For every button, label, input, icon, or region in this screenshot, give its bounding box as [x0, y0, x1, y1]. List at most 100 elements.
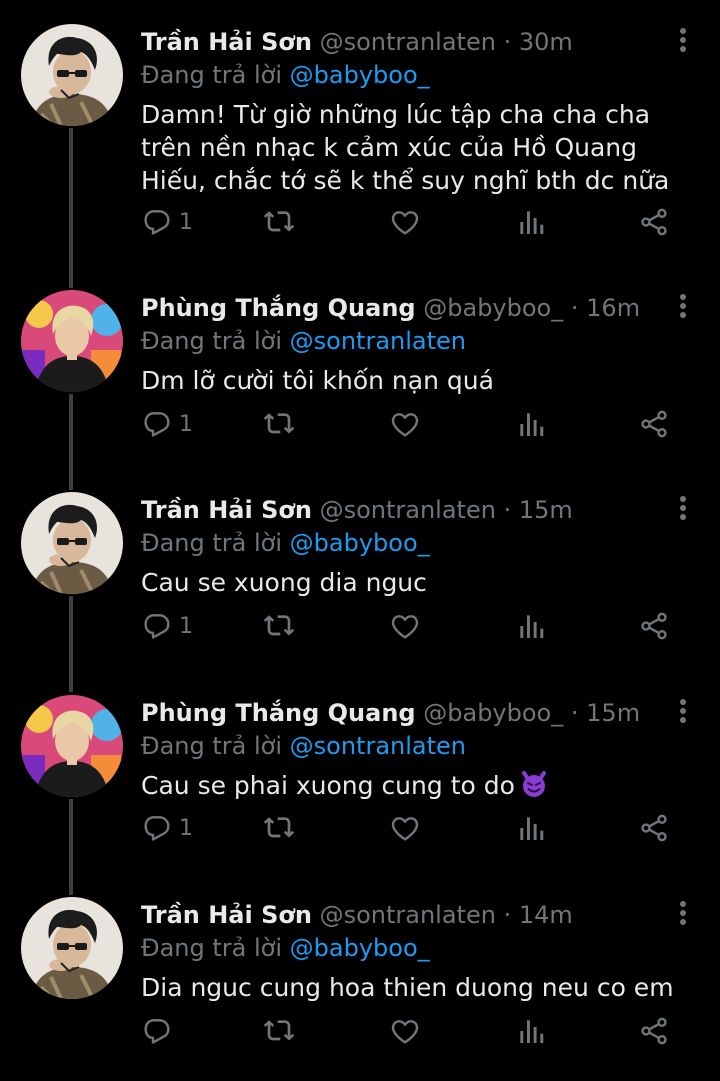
tweet-text-content: Cau se xuong dia nguc: [141, 568, 427, 597]
tweet-actions: 1: [141, 406, 681, 442]
reply-mention[interactable]: @sontranlaten: [290, 732, 466, 760]
more-options-icon[interactable]: [676, 699, 690, 727]
more-options-icon[interactable]: [676, 28, 690, 56]
share-button[interactable]: [638, 1013, 670, 1049]
reply-icon: [141, 408, 173, 440]
tweet-header: Trần Hải Sơn @sontranlaten · 15m: [141, 492, 573, 528]
display-name[interactable]: Trần Hải Sơn: [141, 901, 312, 929]
reply-button[interactable]: 1: [141, 608, 193, 644]
retweet-button[interactable]: [263, 810, 295, 846]
reply-count: 1: [179, 815, 193, 841]
heart-icon: [389, 206, 421, 238]
retweet-button[interactable]: [263, 608, 295, 644]
tweet[interactable]: Trần Hải Sơn @sontranlaten · 15m Đang tr…: [0, 492, 720, 666]
views-button[interactable]: [515, 1013, 547, 1049]
reply-icon: [141, 206, 173, 238]
tweet-text-content: Damn! Từ giờ những lúc tập cha cha cha t…: [141, 100, 670, 195]
reply-mention[interactable]: @babyboo_: [290, 529, 430, 557]
reply-button[interactable]: 1: [141, 204, 193, 240]
replying-label: Đang trả lời: [141, 529, 283, 557]
analytics-icon: [515, 610, 547, 642]
retweet-icon: [263, 1015, 295, 1047]
share-icon: [638, 610, 670, 642]
heart-icon: [389, 610, 421, 642]
reply-count: 1: [179, 209, 193, 235]
user-handle[interactable]: @sontranlaten: [320, 496, 496, 524]
tweet-text: Cau se phai xuong cung to do: [141, 769, 681, 802]
retweet-icon: [263, 408, 295, 440]
share-icon: [638, 206, 670, 238]
display-name[interactable]: Phùng Thắng Quang: [141, 294, 416, 322]
views-button[interactable]: [515, 406, 547, 442]
tweet[interactable]: Phùng Thắng Quang @babyboo_ · 16m Đang t…: [0, 290, 720, 464]
like-button[interactable]: [389, 406, 421, 442]
user-handle[interactable]: @babyboo_: [423, 699, 563, 727]
reply-button[interactable]: 1: [141, 406, 193, 442]
replying-label: Đang trả lời: [141, 61, 283, 89]
timestamp[interactable]: 15m: [586, 699, 640, 727]
reply-icon: [141, 1015, 173, 1047]
retweet-button[interactable]: [263, 204, 295, 240]
tweet-text: Cau se xuong dia nguc: [141, 566, 681, 599]
tweet[interactable]: Trần Hải Sơn @sontranlaten · 14m Đang tr…: [0, 897, 720, 1071]
share-button[interactable]: [638, 810, 670, 846]
timestamp[interactable]: 14m: [519, 901, 573, 929]
replying-label: Đang trả lời: [141, 327, 283, 355]
avatar[interactable]: [21, 492, 123, 594]
replying-label: Đang trả lời: [141, 934, 283, 962]
avatar[interactable]: [21, 290, 123, 392]
reply-button[interactable]: 1: [141, 810, 193, 846]
reply-mention[interactable]: @babyboo_: [290, 61, 430, 89]
share-button[interactable]: [638, 608, 670, 644]
share-icon: [638, 1015, 670, 1047]
tweet-text-content: Dm lỡ cười tôi khốn nạn quá: [141, 366, 494, 395]
tweet-header: Phùng Thắng Quang @babyboo_ · 16m: [141, 290, 640, 326]
like-button[interactable]: [389, 204, 421, 240]
timestamp[interactable]: 30m: [519, 28, 573, 56]
timestamp[interactable]: 15m: [519, 496, 573, 524]
display-name[interactable]: Phùng Thắng Quang: [141, 699, 416, 727]
separator-dot: ·: [503, 901, 512, 929]
user-handle[interactable]: @sontranlaten: [320, 28, 496, 56]
tweet-text-content: Cau se phai xuong cung to do: [141, 771, 515, 800]
like-button[interactable]: [389, 608, 421, 644]
tweet[interactable]: Trần Hải Sơn @sontranlaten · 30m Đang tr…: [0, 24, 720, 262]
avatar[interactable]: [21, 695, 123, 797]
display-name[interactable]: Trần Hải Sơn: [141, 28, 312, 56]
more-options-icon[interactable]: [676, 294, 690, 322]
user-handle[interactable]: @sontranlaten: [320, 901, 496, 929]
display-name[interactable]: Trần Hải Sơn: [141, 496, 312, 524]
replying-to: Đang trả lời @babyboo_: [141, 526, 430, 560]
reply-mention[interactable]: @sontranlaten: [290, 327, 466, 355]
heart-icon: [389, 812, 421, 844]
reply-button[interactable]: [141, 1013, 179, 1049]
views-button[interactable]: [515, 204, 547, 240]
like-button[interactable]: [389, 810, 421, 846]
share-icon: [638, 812, 670, 844]
views-button[interactable]: [515, 608, 547, 644]
like-button[interactable]: [389, 1013, 421, 1049]
user-handle[interactable]: @babyboo_: [423, 294, 563, 322]
share-icon: [638, 408, 670, 440]
reply-count: 1: [179, 411, 193, 437]
avatar[interactable]: [21, 24, 123, 126]
more-options-icon[interactable]: [676, 496, 690, 524]
replying-to: Đang trả lời @babyboo_: [141, 58, 430, 92]
retweet-button[interactable]: [263, 1013, 295, 1049]
tweet-text-content: Dia nguc cung hoa thien duong neu co em: [141, 973, 674, 1002]
retweet-button[interactable]: [263, 406, 295, 442]
more-options-icon[interactable]: [676, 901, 690, 929]
tweet-header: Trần Hải Sơn @sontranlaten · 14m: [141, 897, 573, 933]
tweet-text: Damn! Từ giờ những lúc tập cha cha cha t…: [141, 98, 681, 197]
retweet-icon: [263, 206, 295, 238]
replying-label: Đang trả lời: [141, 732, 283, 760]
smiling-devil-emoji: [519, 769, 549, 799]
share-button[interactable]: [638, 204, 670, 240]
tweet[interactable]: Phùng Thắng Quang @babyboo_ · 15m Đang t…: [0, 695, 720, 868]
analytics-icon: [515, 206, 547, 238]
share-button[interactable]: [638, 406, 670, 442]
timestamp[interactable]: 16m: [586, 294, 640, 322]
reply-mention[interactable]: @babyboo_: [290, 934, 430, 962]
views-button[interactable]: [515, 810, 547, 846]
avatar[interactable]: [21, 897, 123, 999]
